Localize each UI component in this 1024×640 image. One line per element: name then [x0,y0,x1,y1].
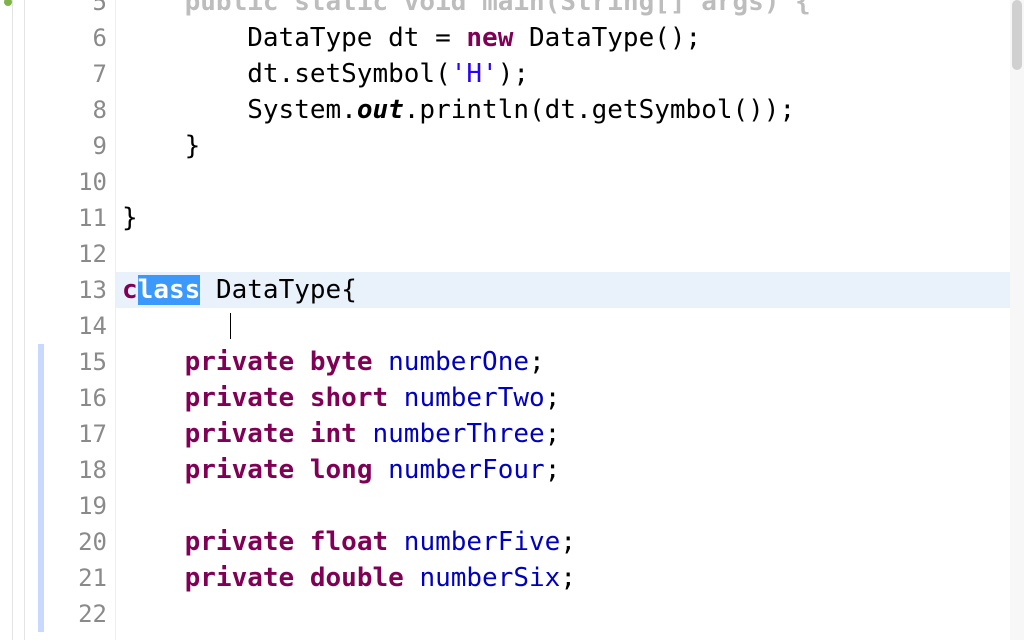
line-number: 14 [0,308,115,344]
token-pln [388,527,404,557]
token-dim: public [185,0,295,17]
token-pln [294,563,310,593]
token-pln [294,347,310,377]
token-dim: void [404,0,482,17]
code-line[interactable]: DataType dt = new DataType(); [116,20,1010,56]
token-kt: float [310,527,388,557]
token-pln [388,383,404,413]
token-pln: ; [560,527,576,557]
code-line[interactable] [116,596,1010,632]
token-pln [404,563,420,593]
token-pln [357,419,373,449]
token-pln: } [122,203,138,233]
code-line[interactable] [116,488,1010,524]
line-number: 22 [0,596,115,632]
code-line[interactable]: private byte numberOne; [116,344,1010,380]
code-area[interactable]: public static void main(String[] args) {… [116,0,1024,640]
token-kt: long [310,455,373,485]
token-pln: dt.setSymbol( [247,59,451,89]
override-marker-icon [3,0,13,7]
token-pln [294,527,310,557]
token-pln [294,419,310,449]
line-number: 8 [0,92,115,128]
token-fld: numberSix [419,563,560,593]
token-pln: DataType(); [513,23,701,53]
token-pln: .println(dt.getSymbol()); [404,95,795,125]
token-k: private [185,383,295,413]
token-kt: byte [310,347,373,377]
code-line[interactable]: private short numberTwo; [116,380,1010,416]
code-line[interactable]: } [116,200,1010,236]
code-line[interactable]: private long numberFour; [116,452,1010,488]
code-line[interactable]: dt.setSymbol('H'); [116,56,1010,92]
code-line[interactable]: class DataType{ [116,272,1010,308]
code-editor[interactable]: 5678910111213141516171819202122 public s… [0,0,1024,640]
token-pln: ; [545,455,561,485]
token-k: new [466,23,513,53]
line-number: 12 [0,236,115,272]
token-pln: } [185,131,201,161]
token-pln: ; [545,419,561,449]
code-line[interactable] [116,236,1010,272]
token-fld: numberTwo [404,383,545,413]
token-fld: numberFive [404,527,561,557]
token-pln: ); [498,59,529,89]
token-str: 'H' [451,59,498,89]
code-line[interactable]: public static void main(String[] args) { [116,0,1010,20]
line-number: 7 [0,56,115,92]
token-dim: main(String[] [482,0,701,17]
code-line[interactable] [116,164,1010,200]
line-number-gutter: 5678910111213141516171819202122 [0,0,116,640]
line-number: 10 [0,164,115,200]
line-number: 20 [0,524,115,560]
line-number: 18 [0,452,115,488]
token-pln: System. [247,95,357,125]
code-line[interactable]: private double numberSix; [116,560,1010,596]
line-number: 9 [0,128,115,164]
line-number: 5 [0,0,115,20]
code-line[interactable]: System.out.println(dt.getSymbol()); [116,92,1010,128]
line-number: 17 [0,416,115,452]
token-pln [372,455,388,485]
code-line[interactable] [116,308,1010,344]
token-kt: short [310,383,388,413]
code-line[interactable]: private int numberThree; [116,416,1010,452]
token-pln [294,383,310,413]
token-fld: numberFour [388,455,545,485]
line-number: 11 [0,200,115,236]
line-number: 6 [0,20,115,56]
token-kt: int [310,419,357,449]
token-pln: ; [529,347,545,377]
token-k: private [185,563,295,593]
scrollbar-thumb[interactable] [1012,0,1022,70]
token-pln: DataType dt = [247,23,466,53]
line-number: 15 [0,344,115,380]
token-pln: ; [560,563,576,593]
token-k: private [185,419,295,449]
vertical-scrollbar[interactable] [1010,0,1024,640]
line-number: 21 [0,560,115,596]
code-line[interactable]: } [116,128,1010,164]
token-pln: ; [545,383,561,413]
token-dim: ) { [764,0,811,17]
token-k: private [185,347,295,377]
token-kt: double [310,563,404,593]
line-number: 19 [0,488,115,524]
token-fld: numberThree [372,419,544,449]
token-pln [372,347,388,377]
text-caret [230,313,231,339]
code-line[interactable]: private float numberFive; [116,524,1010,560]
line-number: 16 [0,380,115,416]
token-dim: static [294,0,404,17]
token-k: private [185,455,295,485]
line-number: 13 [0,272,115,308]
token-dim: args [701,0,764,17]
token-si: out [357,95,404,125]
token-fld: numberOne [388,347,529,377]
token-k: private [185,527,295,557]
token-pln [294,455,310,485]
